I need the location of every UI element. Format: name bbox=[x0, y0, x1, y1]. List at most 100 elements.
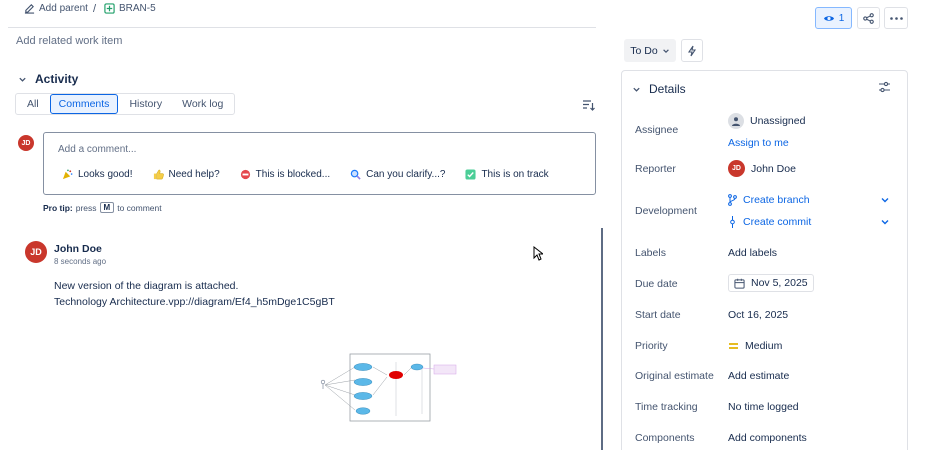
calendar-icon bbox=[734, 278, 745, 289]
create-branch-link[interactable]: Create branch bbox=[728, 194, 810, 206]
add-parent-label: Add parent bbox=[39, 3, 88, 14]
add-parent-button[interactable]: Add parent bbox=[24, 3, 88, 14]
branch-icon bbox=[728, 194, 737, 206]
add-related-work-item[interactable]: Add related work item bbox=[16, 35, 122, 47]
issue-key-link[interactable]: BRAN-5 bbox=[104, 3, 156, 14]
priority-medium-icon bbox=[729, 343, 738, 349]
reporter-value: John Doe bbox=[751, 162, 796, 175]
chip-label: Looks good! bbox=[78, 169, 133, 180]
comment-avatar: JD bbox=[25, 241, 47, 263]
keyboard-shortcut-key: M bbox=[99, 202, 115, 213]
create-branch-label: Create branch bbox=[743, 194, 810, 206]
chevron-down-icon bbox=[633, 87, 640, 92]
quick-reply-blocked[interactable]: This is blocked... bbox=[240, 169, 330, 180]
eye-icon bbox=[823, 15, 834, 21]
due-date-field[interactable]: Nov 5, 2025 bbox=[728, 274, 814, 292]
development-label: Development bbox=[635, 205, 697, 217]
settings-sliders-icon[interactable] bbox=[878, 81, 891, 93]
more-actions-button[interactable] bbox=[884, 7, 908, 29]
chip-label: Can you clarify...? bbox=[366, 169, 446, 180]
reporter-avatar: JD bbox=[728, 160, 745, 177]
chip-label: Need help? bbox=[168, 169, 220, 180]
pro-tip-press: press bbox=[75, 202, 97, 213]
sort-icon[interactable] bbox=[582, 99, 595, 111]
priority-field[interactable]: Medium bbox=[728, 340, 782, 352]
start-date-label: Start date bbox=[635, 309, 681, 321]
quick-reply-clarify[interactable]: Can you clarify...? bbox=[350, 169, 445, 180]
details-title: Details bbox=[649, 82, 686, 96]
status-dropdown[interactable]: To Do bbox=[624, 39, 676, 62]
activity-heading[interactable]: Activity bbox=[18, 72, 78, 86]
chip-label: This is blocked... bbox=[255, 169, 331, 180]
reporter-label: Reporter bbox=[635, 163, 676, 175]
tab-work-log[interactable]: Work log bbox=[173, 94, 232, 114]
original-estimate-field[interactable]: Add estimate bbox=[728, 370, 789, 382]
due-date-value: Nov 5, 2025 bbox=[751, 277, 808, 289]
avatar: JD bbox=[18, 135, 34, 151]
scrollbar[interactable] bbox=[601, 228, 603, 450]
comment-author[interactable]: John Doe bbox=[54, 243, 102, 255]
chevron-down-icon[interactable] bbox=[880, 195, 890, 205]
labels-label: Labels bbox=[635, 247, 666, 259]
labels-field[interactable]: Add labels bbox=[728, 247, 777, 259]
check-box-icon bbox=[465, 169, 476, 180]
quick-reply-need-help[interactable]: Need help? bbox=[153, 169, 220, 180]
party-popper-icon bbox=[62, 169, 73, 180]
components-label: Components bbox=[635, 432, 695, 444]
time-tracking-field[interactable]: No time logged bbox=[728, 401, 799, 413]
lightning-icon bbox=[687, 45, 697, 56]
chevron-down-icon[interactable] bbox=[880, 217, 890, 227]
no-entry-icon bbox=[240, 169, 250, 180]
quick-reply-looks-good[interactable]: Looks good! bbox=[62, 169, 133, 180]
subtask-icon bbox=[104, 3, 115, 14]
diagram-thumbnail[interactable] bbox=[312, 350, 462, 425]
more-horizontal-icon bbox=[889, 16, 903, 20]
activity-title: Activity bbox=[35, 72, 79, 86]
comment-text-line: New version of the diagram is attached. bbox=[54, 280, 239, 292]
magnifier-icon bbox=[350, 169, 361, 180]
chevron-down-icon bbox=[662, 48, 669, 53]
chevron-down-icon bbox=[19, 77, 26, 82]
create-commit-link[interactable]: Create commit bbox=[728, 216, 811, 228]
mouse-cursor-icon bbox=[533, 246, 543, 261]
assignee-label: Assignee bbox=[635, 124, 679, 136]
reporter-field[interactable]: JD John Doe bbox=[728, 160, 796, 177]
comment-editor[interactable]: Add a comment... Looks good! Need help? … bbox=[43, 132, 596, 195]
share-button[interactable] bbox=[857, 7, 880, 29]
due-date-label: Due date bbox=[635, 278, 678, 290]
chip-label: This is on track bbox=[481, 169, 549, 180]
watch-button[interactable]: 1 bbox=[815, 7, 852, 29]
automation-button[interactable] bbox=[681, 39, 703, 62]
assign-to-me-link[interactable]: Assign to me bbox=[728, 137, 789, 149]
tab-history[interactable]: History bbox=[120, 94, 171, 114]
details-heading[interactable]: Details bbox=[632, 82, 686, 96]
activity-tabs: All Comments History Work log bbox=[15, 93, 236, 115]
quick-reply-chips: Looks good! Need help? This is blocked..… bbox=[62, 169, 549, 180]
comment-diagram-link[interactable]: Technology Architecture.vpp://diagram/Ef… bbox=[54, 294, 335, 310]
original-estimate-label: Original estimate bbox=[635, 370, 714, 382]
thumbs-up-icon bbox=[153, 169, 164, 180]
components-field[interactable]: Add components bbox=[728, 432, 807, 444]
share-icon bbox=[863, 12, 874, 24]
pro-tip-suffix: to comment bbox=[117, 202, 162, 213]
status-value: To Do bbox=[630, 44, 658, 57]
tab-all[interactable]: All bbox=[18, 94, 48, 114]
priority-label: Priority bbox=[635, 340, 668, 352]
pro-tip-prefix: Pro tip: bbox=[43, 202, 73, 213]
quick-reply-on-track[interactable]: This is on track bbox=[465, 169, 549, 180]
priority-value: Medium bbox=[745, 340, 783, 352]
tab-comments[interactable]: Comments bbox=[49, 94, 119, 114]
breadcrumb-separator: / bbox=[93, 3, 97, 15]
divider bbox=[8, 27, 596, 28]
issue-key: BRAN-5 bbox=[119, 3, 156, 14]
assignee-field[interactable]: Unassigned bbox=[728, 113, 805, 129]
unassigned-avatar-icon bbox=[728, 113, 744, 129]
create-commit-label: Create commit bbox=[743, 216, 812, 228]
comment-timestamp: 8 seconds ago bbox=[54, 257, 107, 266]
comment-placeholder[interactable]: Add a comment... bbox=[58, 144, 136, 155]
time-tracking-label: Time tracking bbox=[635, 401, 698, 413]
comment-body: New version of the diagram is attached. … bbox=[54, 278, 335, 310]
edit-icon bbox=[24, 4, 35, 14]
start-date-field[interactable]: Oct 16, 2025 bbox=[728, 309, 788, 321]
watch-count: 1 bbox=[838, 12, 845, 24]
